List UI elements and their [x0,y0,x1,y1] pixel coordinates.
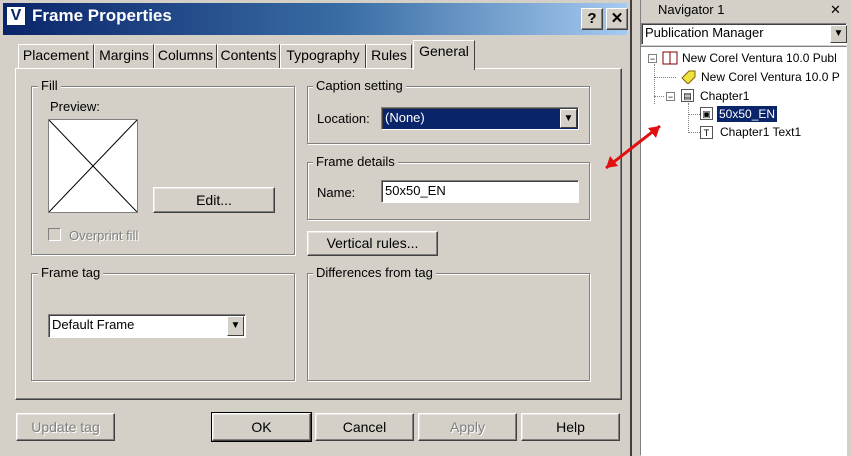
collapse-icon[interactable]: − [648,54,657,64]
chapter-icon: ▤ [681,89,694,102]
book-icon [662,51,678,65]
tag-icon [680,70,696,85]
tree-item-chapter1[interactable]: Chapter1 [700,89,749,103]
close-icon[interactable]: ✕ [606,8,628,30]
preview-label: Preview: [50,99,100,114]
tree-item-chapter1-text1[interactable]: Chapter1 Text1 [720,125,801,139]
chevron-down-icon[interactable]: ▼ [830,25,847,43]
tree-item-frame-selected[interactable]: 50x50_EN [715,105,779,123]
annotation-arrow-icon [605,124,661,170]
tab-contents[interactable]: Contents [217,44,280,68]
chevron-down-icon[interactable]: ▼ [227,316,244,336]
location-label: Location: [317,111,370,126]
collapse-icon[interactable]: − [666,92,675,102]
dialog-title: Frame Properties [32,6,172,25]
caption-setting-legend: Caption setting [313,78,406,93]
tree-item-publication[interactable]: New Corel Ventura 10.0 Publ [682,51,837,65]
tree-line [654,77,676,78]
navigator-title: Navigator 1 [658,2,725,17]
frame-details-legend: Frame details [313,154,398,169]
differences-legend: Differences from tag [313,265,436,280]
tree-line [688,103,689,133]
tab-columns[interactable]: Columns [154,44,217,68]
help-button[interactable]: Help [521,413,620,441]
frame-tag-legend: Frame tag [38,265,104,280]
tab-margins[interactable]: Margins [94,44,154,68]
tree-line [688,132,700,133]
text-file-icon: T [700,126,713,139]
fill-legend: Fill [38,78,61,93]
navigator-close-icon[interactable]: ✕ [830,2,841,18]
fill-preview [48,119,138,213]
ok-button[interactable]: OK [211,412,312,442]
tab-placement[interactable]: Placement [18,44,94,68]
vertical-rules-button[interactable]: Vertical rules... [307,231,438,256]
chevron-down-icon[interactable]: ▼ [560,109,577,128]
empty-fill-x-icon [49,120,137,212]
frame-icon: ▣ [700,107,713,120]
frame-tag-combo[interactable]: Default Frame [48,314,246,338]
tree-line [688,114,700,115]
tab-typography[interactable]: Typography [280,44,366,68]
cancel-button[interactable]: Cancel [315,413,414,441]
frame-properties-dialog: V Frame Properties ? ✕ Placement Margins… [0,0,632,456]
help-icon[interactable]: ? [581,8,603,30]
tab-rules[interactable]: Rules [366,44,412,68]
navigator-view-dropdown[interactable]: Publication Manager [641,23,847,45]
overprint-checkbox[interactable] [48,228,61,241]
update-tag-button[interactable]: Update tag [16,413,115,441]
edit-fill-button[interactable]: Edit... [153,187,275,213]
app-logo-icon: V [6,6,26,26]
tree-item-publication-tags[interactable]: New Corel Ventura 10.0 P [701,70,840,84]
tree-line [654,64,655,104]
frame-name-input[interactable]: 50x50_EN [381,180,579,203]
tab-general[interactable]: General [413,40,475,70]
differences-group [307,273,590,381]
overprint-label: Overprint fill [69,228,139,243]
apply-button[interactable]: Apply [418,413,517,441]
tree-line [654,96,664,97]
name-label: Name: [317,185,356,200]
location-combo[interactable]: (None) [381,107,579,130]
